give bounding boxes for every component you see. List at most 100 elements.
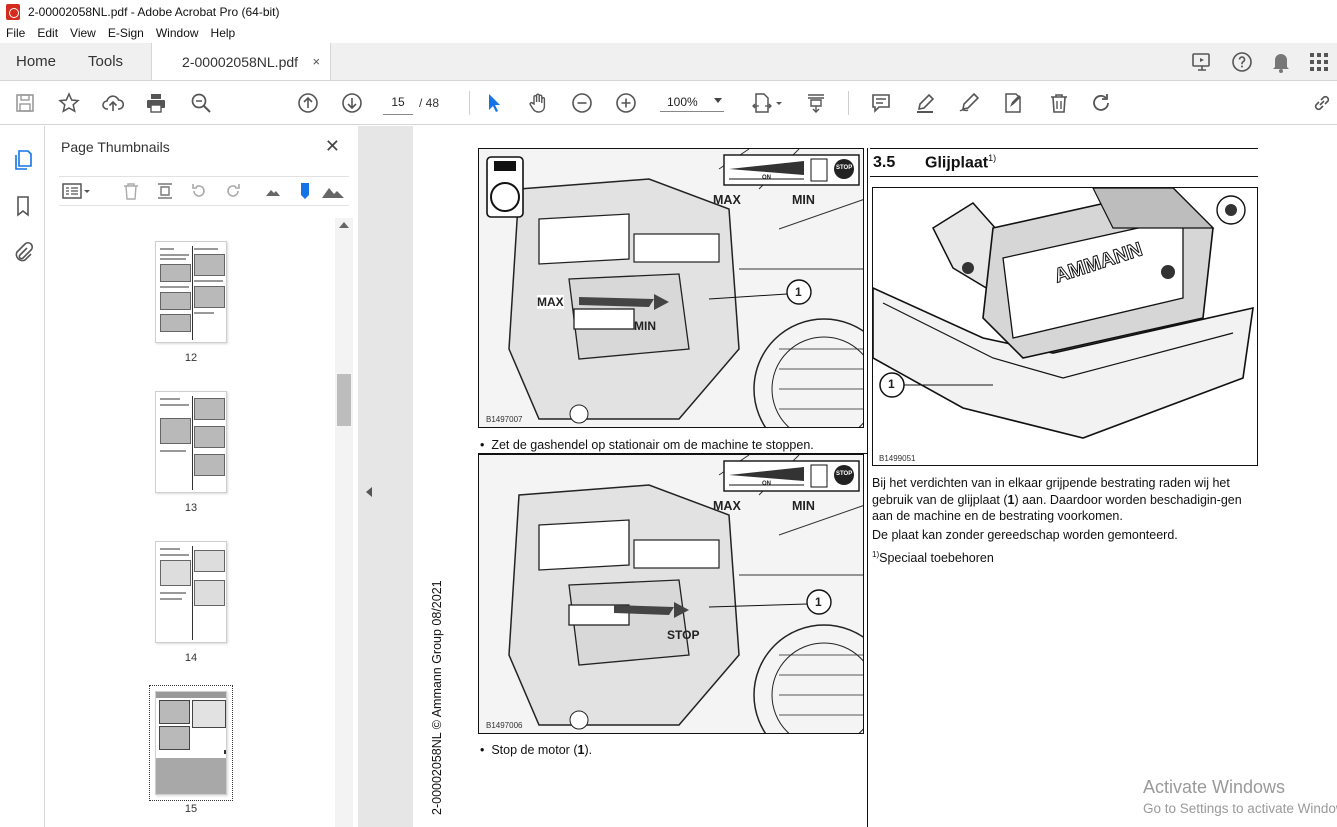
bullet-stop-engine: • Stop de motor (1). [480,743,593,757]
window-title: 2-00002058NL.pdf - Adobe Acrobat Pro (64… [28,4,280,19]
figure2-on-label: ON [762,481,771,487]
thumbnail-page-12[interactable] [155,241,227,343]
activate-windows-hint: Go to Settings to activate Windows. [1143,801,1337,816]
figure-throttle-idle: MAX MIN MAX MIN ON STOP 1 B1497007 [478,148,864,428]
select-cursor-icon[interactable] [482,91,506,115]
section-heading: 3.5 Glijplaat1) [873,153,996,172]
zoom-value: 100% [667,95,698,109]
upload-cloud-icon[interactable] [101,91,125,115]
section-footnote-mark: 1) [988,153,997,163]
previous-page-icon[interactable] [296,91,320,115]
figure1-min-label: MIN [792,193,815,207]
document-tab-label: 2-00002058NL.pdf [182,53,299,70]
figure-throttle-stop: MAX MIN STOP ON STOP 1 B1497006 [478,454,864,734]
menu-window[interactable]: Window [156,26,199,40]
rotate-left-icon[interactable] [189,181,209,201]
panel-title: Page Thumbnails [61,139,170,155]
page-number-input[interactable]: 15 [383,89,413,115]
bullet-stop-suffix: ). [584,743,593,757]
thumbnail-page-14[interactable] [155,541,227,643]
footnote-text: Speciaal toebehoren [879,551,994,566]
menu-help[interactable]: Help [211,26,236,40]
notifications-bell-icon[interactable] [1271,51,1291,73]
figure1-callout-number: 1 [795,285,802,299]
figure2-code: B1497006 [486,721,523,730]
rotate-redo-icon[interactable] [1089,91,1113,115]
scroll-mode-icon[interactable] [804,91,828,115]
thumbnail-size-marker-icon[interactable] [295,181,315,201]
draw-signature-icon[interactable] [957,91,981,115]
thumbnail-toolbar [59,176,349,206]
menu-file[interactable]: File [6,26,25,40]
figure3-callout-number: 1 [888,377,895,391]
page-thumbnails-icon[interactable] [11,148,35,172]
menu-esign[interactable]: E-Sign [108,26,144,40]
figure2-callout-number: 1 [815,595,822,609]
bullet-idle-text: Zet de gashendel op stationair om de mac… [491,438,814,452]
acrobat-icon [6,3,20,20]
title-bar: 2-00002058NL.pdf - Adobe Acrobat Pro (64… [0,0,1337,23]
highlight-pen-icon[interactable] [913,91,937,115]
bullet-stop-prefix: Stop de motor ( [491,743,578,757]
delete-page-icon[interactable] [121,181,141,201]
figure3-code: B1499051 [879,454,916,463]
thumbnail-label-15: 15 [184,803,198,815]
thumbnail-page-13[interactable] [155,391,227,493]
bookmark-star-icon[interactable] [57,91,81,115]
figure1-max-callout: MAX [537,295,564,309]
thumbnail-scrollbar[interactable] [335,218,353,827]
figure2-stop-sign: STOP [836,471,853,477]
thumbnail-page-15[interactable] [149,685,233,801]
next-page-icon[interactable] [340,91,364,115]
close-panel-icon[interactable]: ✕ [325,136,340,157]
paragraph-sliding-plate: Bij het verdichten van in elkaar grijpen… [872,475,1262,525]
extract-pages-icon[interactable] [155,181,175,201]
section-number: 3.5 [873,154,896,172]
tab-document[interactable]: 2-00002058NL.pdf × [151,43,332,80]
tab-home[interactable]: Home [0,43,72,80]
comment-icon[interactable] [869,91,893,115]
delete-trash-icon[interactable] [1047,91,1071,115]
left-rail [0,126,45,827]
zoom-out-icon[interactable] [570,91,594,115]
menu-edit[interactable]: Edit [37,26,58,40]
tab-bar: Home Tools 2-00002058NL.pdf × [0,43,1337,81]
share-screen-icon[interactable] [1191,52,1213,72]
thumbnail-label-14: 14 [184,652,198,664]
hand-tool-icon[interactable] [526,91,550,115]
activate-windows-title: Activate Windows [1143,777,1286,797]
menu-view[interactable]: View [70,26,96,40]
collapse-panel-icon[interactable] [366,487,372,497]
zoom-search-icon[interactable] [189,91,213,115]
attachments-paperclip-icon[interactable] [11,240,35,264]
page-fit-icon[interactable] [750,91,784,115]
edit-pdf-icon[interactable] [1001,91,1025,115]
menu-bar: File Edit View E-Sign Window Help [0,23,1337,43]
close-tab-icon[interactable]: × [312,54,320,69]
figure1-min-callout: MIN [634,319,656,333]
apps-grid-icon[interactable] [1309,52,1329,72]
rotate-right-icon[interactable] [223,181,243,201]
scrollbar-thumb[interactable] [337,374,351,426]
help-icon[interactable] [1231,51,1253,73]
page-side-footer: 2-00002058NL © Ammann Group 08/2021 [430,580,444,815]
small-thumbnails-icon[interactable] [263,181,283,201]
bullet-idle-instruction: • Zet de gashendel op stationair om de m… [480,438,814,452]
thumbnail-options-icon[interactable] [61,181,93,201]
figure2-min-label: MIN [792,499,815,513]
figure1-stop-sign: STOP [836,165,853,171]
scroll-up-icon[interactable] [339,222,349,228]
thumbnail-label-13: 13 [184,502,198,514]
zoom-in-icon[interactable] [614,91,638,115]
link-share-icon[interactable] [1310,91,1334,115]
zoom-select[interactable]: 100% [660,94,724,112]
figure1-code: B1497007 [486,415,523,424]
figure2-max-label: MAX [713,499,741,513]
save-icon[interactable] [13,91,37,115]
chevron-down-icon [714,98,722,103]
bookmarks-icon[interactable] [11,194,35,218]
figure2-stop-callout: STOP [667,628,700,642]
print-icon[interactable] [144,91,168,115]
tab-tools[interactable]: Tools [72,43,139,80]
large-thumbnails-icon[interactable] [321,181,345,201]
